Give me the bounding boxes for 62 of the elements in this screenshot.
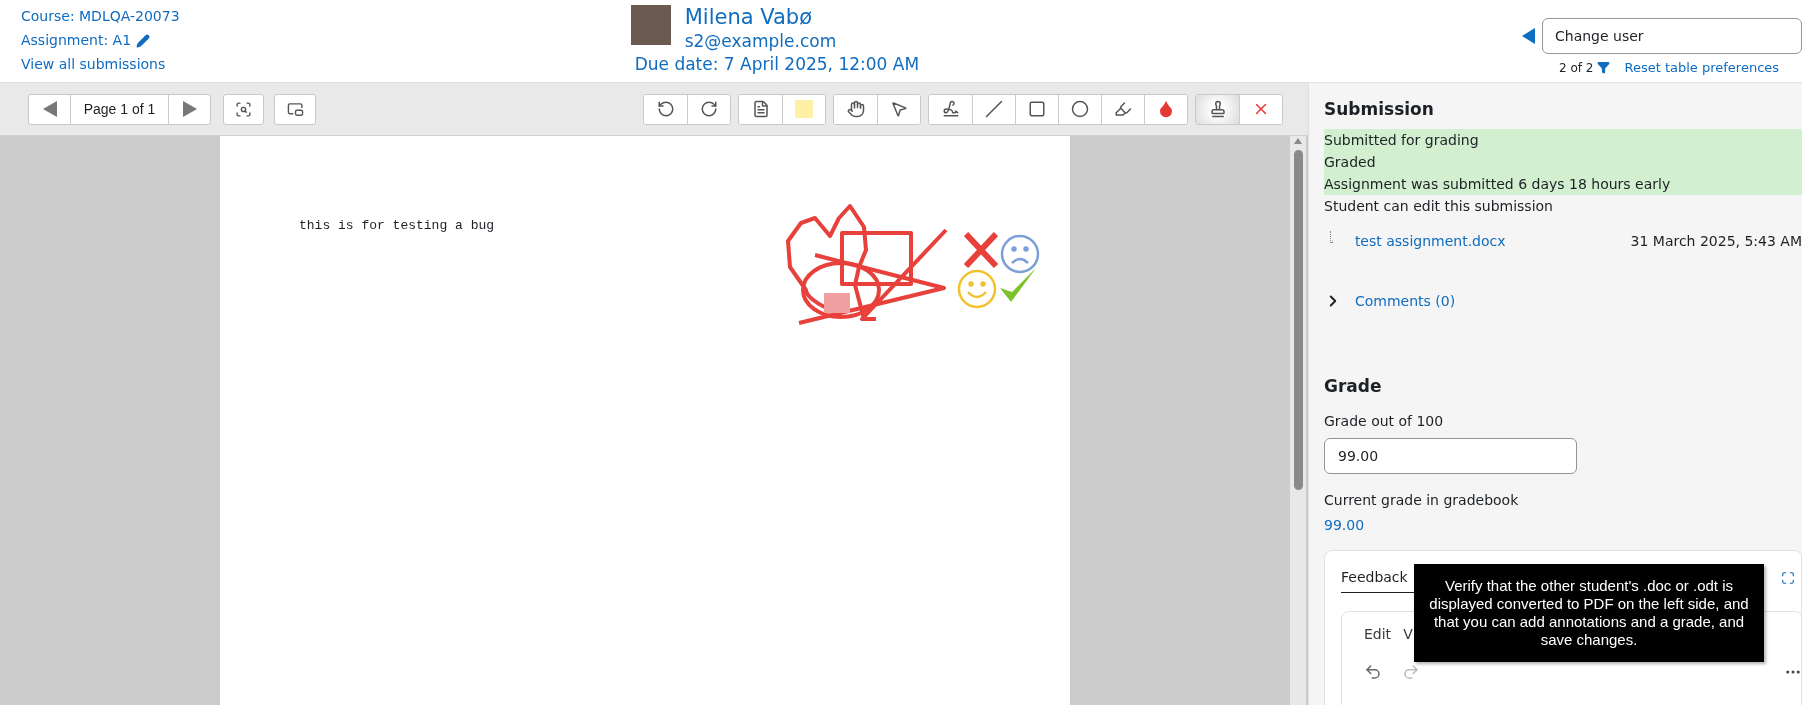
comment-icon xyxy=(751,100,770,118)
window-icon xyxy=(286,100,304,118)
comments-link[interactable]: Comments (0) xyxy=(1355,290,1456,312)
annotation-tool-button[interactable] xyxy=(687,94,730,124)
edit-pencil-icon[interactable] xyxy=(136,33,151,48)
undo-icon[interactable] xyxy=(1364,663,1382,681)
stamp-icon xyxy=(1208,100,1227,118)
annotation-tool-button[interactable] xyxy=(1144,94,1187,124)
search-icon xyxy=(235,100,252,118)
line-icon xyxy=(985,100,1003,118)
grade-heading: Grade xyxy=(1324,374,1383,398)
file-date: 31 March 2025, 5:43 AM xyxy=(1630,231,1802,251)
smiley-face-icon xyxy=(957,269,997,309)
editor-menu-item[interactable]: V xyxy=(1403,624,1413,645)
grade-label: Grade out of 100 xyxy=(1324,412,1445,431)
user-email: s2@example.com xyxy=(684,30,838,52)
due-date: Due date: 7 April 2025, 12:00 AM xyxy=(634,53,920,76)
editor-menu-item[interactable]: Edit xyxy=(1364,624,1392,645)
pen-scribble-icon xyxy=(941,100,960,118)
submission-status: Student can edit this submission xyxy=(1324,196,1554,216)
collapse-button[interactable] xyxy=(274,93,316,125)
rotate-right-icon xyxy=(700,100,718,118)
submission-heading: Submission xyxy=(1324,98,1435,121)
instruction-tooltip: Verify that the other student's .doc or .odt is displayed converted to PDF on the left side, and that you can add annotations and a grade, and save changes. xyxy=(1414,564,1764,662)
oval-icon xyxy=(1071,100,1089,118)
annotation-tool-button[interactable] xyxy=(1196,94,1239,124)
submission-status: Submitted for grading xyxy=(1324,128,1802,151)
sad-face-icon xyxy=(1000,234,1040,274)
search-comments-button[interactable] xyxy=(223,93,264,125)
user-name-link[interactable]: Milena Vabø xyxy=(684,4,812,30)
scroll-up-arrow-icon[interactable] xyxy=(1294,138,1302,144)
gradebook-label: Current grade in gradebook xyxy=(1324,491,1520,510)
document-text: this is for testing a bug xyxy=(299,217,495,235)
change-user-select[interactable]: Change user xyxy=(1542,18,1802,54)
previous-user-arrow-icon[interactable] xyxy=(1522,28,1536,44)
next-arrow-icon xyxy=(181,100,198,118)
file-link[interactable]: test assignment.docx xyxy=(1354,230,1506,252)
submission-status: Graded xyxy=(1324,150,1802,173)
course-link[interactable]: Course: MDLQA-20073 xyxy=(21,6,180,27)
gradebook-grade: 99.00 xyxy=(1324,516,1366,535)
user-pager: 2 of 2 xyxy=(1559,59,1594,77)
pointer-icon xyxy=(890,100,908,118)
hand-icon xyxy=(846,100,865,118)
assignment-link[interactable]: Assignment: A1 xyxy=(21,30,132,51)
cross-stamp-icon xyxy=(964,232,998,268)
submission-status: Assignment was submitted 6 days 18 hours early xyxy=(1324,172,1802,195)
reset-table-link[interactable]: Reset table preferences xyxy=(1624,58,1780,78)
avatar-photo-placeholder xyxy=(630,5,671,45)
grade-input[interactable]: 99.00 xyxy=(1324,438,1577,474)
scrollbar-thumb[interactable] xyxy=(1293,150,1303,490)
color-swatch-icon xyxy=(795,100,813,118)
page-indicator: Page 1 of 1 xyxy=(82,99,157,119)
fullscreen-icon[interactable] xyxy=(1781,571,1795,585)
rotate-left-icon xyxy=(656,100,675,118)
highlighter-icon xyxy=(1114,100,1132,118)
annotation-tool-button[interactable] xyxy=(877,94,920,124)
previous-arrow-icon xyxy=(41,100,58,118)
filter-icon[interactable] xyxy=(1597,61,1611,75)
view-submissions-link[interactable]: View all submissions xyxy=(21,54,166,75)
droplet-icon xyxy=(1157,100,1175,118)
rectangle-icon xyxy=(1028,100,1046,118)
feedback-tab[interactable]: Feedback xyxy=(1341,567,1408,588)
